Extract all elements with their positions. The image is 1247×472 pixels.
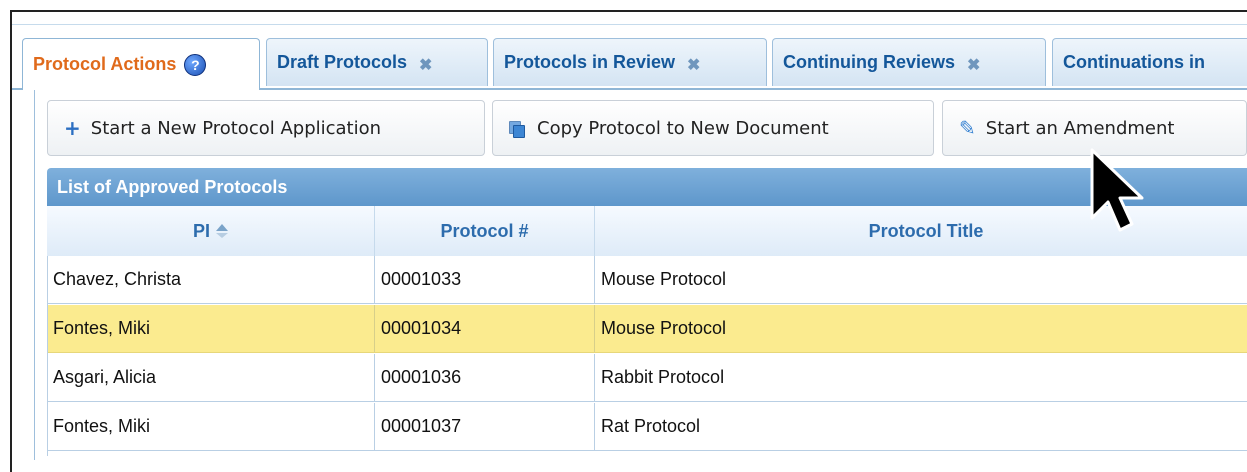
table-row[interactable]: Asgari, Alicia 00001036 Rabbit Protocol (47, 354, 1247, 402)
tab-protocol-actions[interactable]: Protocol Actions ? (22, 38, 260, 90)
column-label: Protocol Title (868, 220, 984, 241)
cell-pi: Chavez, Christa (47, 256, 375, 303)
cell-pi: Fontes, Miki (47, 305, 375, 352)
column-header-pi[interactable]: PI (47, 206, 375, 256)
copy-protocol-button[interactable]: Copy Protocol to New Document (492, 100, 934, 156)
grid-header: PI Protocol # Protocol Title (47, 206, 1247, 257)
grid-left-border (47, 256, 48, 456)
tab-draft-protocols[interactable]: Draft Protocols ✖ (266, 38, 488, 86)
column-header-protocol-title[interactable]: Protocol Title (595, 206, 1247, 256)
close-icon[interactable]: ✖ (419, 55, 432, 75)
cell-protocol-title: Mouse Protocol (601, 269, 727, 289)
plus-icon: + (64, 116, 81, 140)
button-label: Start a New Protocol Application (90, 117, 382, 139)
table-row[interactable]: Chavez, Christa 00001033 Mouse Protocol (47, 256, 1247, 304)
grid-title: List of Approved Protocols (47, 168, 1247, 206)
table-row-selected[interactable]: Fontes, Miki 00001034 Mouse Protocol (47, 305, 1247, 353)
tab-label: Draft Protocols (277, 52, 408, 72)
column-label: PI (192, 220, 210, 241)
tab-label: Continuations in (1063, 52, 1205, 72)
column-header-protocol-number[interactable]: Protocol # (375, 206, 595, 256)
cell-protocol-title: Rat Protocol (601, 416, 701, 436)
tab-continuations[interactable]: Continuations in (1052, 38, 1247, 86)
mouse-cursor-icon (1090, 148, 1144, 232)
cell-pi: Asgari, Alicia (47, 354, 375, 401)
tab-label: Continuing Reviews (783, 52, 956, 72)
help-icon[interactable]: ? (184, 53, 207, 76)
cell-pi: Fontes, Miki (47, 403, 375, 450)
button-label: Copy Protocol to New Document (537, 117, 829, 139)
column-label: Protocol # (440, 220, 529, 241)
cell-protocol-number: 00001036 (375, 354, 595, 401)
tab-continuing-reviews[interactable]: Continuing Reviews ✖ (772, 38, 1046, 86)
close-icon[interactable]: ✖ (687, 55, 700, 75)
close-icon[interactable]: ✖ (967, 55, 980, 75)
cell-protocol-number: 00001033 (375, 256, 595, 303)
cell-protocol-title: Mouse Protocol (601, 318, 727, 338)
start-new-protocol-button[interactable]: + Start a New Protocol Application (47, 100, 485, 156)
tab-protocols-in-review[interactable]: Protocols in Review ✖ (493, 38, 767, 86)
copy-icon (509, 121, 525, 138)
cell-protocol-number: 00001034 (375, 305, 595, 352)
top-strip (12, 12, 1247, 25)
tab-label: Protocol Actions (33, 54, 177, 74)
cell-protocol-number: 00001037 (375, 403, 595, 450)
pencil-icon: ✎ (959, 116, 976, 140)
sort-icon[interactable] (216, 224, 228, 238)
cell-protocol-title: Rabbit Protocol (601, 367, 725, 387)
grid-title-text: List of Approved Protocols (57, 176, 288, 197)
button-label: Start an Amendment (985, 117, 1175, 139)
table-row[interactable]: Fontes, Miki 00001037 Rat Protocol (47, 403, 1247, 451)
tab-label: Protocols in Review (504, 52, 676, 72)
